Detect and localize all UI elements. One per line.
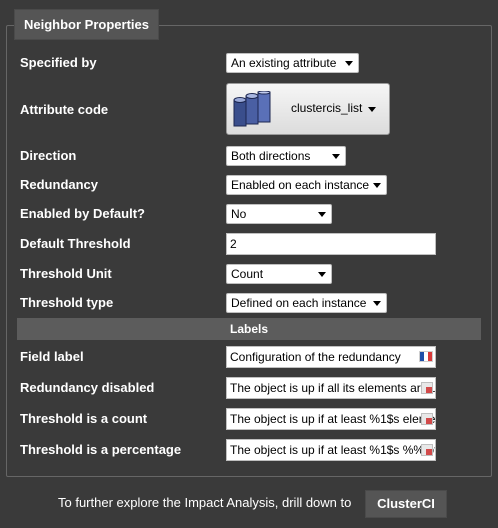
threshold-count-input[interactable]: The object is up if at least %1$s eleme <box>226 408 436 430</box>
chevron-down-icon <box>368 107 376 112</box>
default-threshold-value: 2 <box>230 237 237 251</box>
labels-section-header: Labels <box>17 318 481 340</box>
attribute-code-label: Attribute code <box>20 102 109 117</box>
panel-legend: Neighbor Properties <box>14 9 159 40</box>
threshold-type-value: Defined on each instance <box>231 296 367 310</box>
cluster-ci-button[interactable]: ClusterCI <box>365 490 447 518</box>
threshold-unit-label: Threshold Unit <box>20 266 112 281</box>
threshold-count-value: The object is up if at least %1$s eleme <box>230 412 436 426</box>
chevron-down-icon <box>318 272 326 277</box>
chevron-down-icon <box>345 61 353 66</box>
direction-select[interactable]: Both directions <box>226 146 346 166</box>
enabled-by-default-value: No <box>231 207 247 221</box>
specified-by-value: An existing attribute <box>231 56 337 70</box>
chevron-down-icon <box>332 154 340 159</box>
direction-label: Direction <box>20 148 77 163</box>
redundancy-select[interactable]: Enabled on each instance <box>226 175 387 195</box>
french-flag-icon[interactable] <box>419 351 433 362</box>
redundancy-value: Enabled on each instance <box>231 178 370 192</box>
drill-down-hint: To further explore the Impact Analysis, … <box>58 495 352 510</box>
specified-by-label: Specified by <box>20 55 97 70</box>
enabled-by-default-select[interactable]: No <box>226 204 332 224</box>
redundancy-disabled-input[interactable]: The object is up if all its elements are… <box>226 377 436 399</box>
chevron-down-icon <box>318 212 326 217</box>
database-stack-icon <box>233 91 271 127</box>
threshold-type-label: Threshold type <box>20 295 114 310</box>
translation-icon[interactable] <box>421 413 433 425</box>
field-label-label: Field label <box>20 349 84 364</box>
field-label-input[interactable]: Configuration of the redundancy <box>226 346 436 368</box>
default-threshold-label: Default Threshold <box>20 236 131 251</box>
threshold-percentage-value: The object is up if at least %1$s %% of <box>230 443 436 457</box>
default-threshold-input[interactable]: 2 <box>226 233 436 255</box>
redundancy-disabled-label: Redundancy disabled <box>20 380 155 395</box>
translation-icon[interactable] <box>421 382 433 394</box>
field-label-value: Configuration of the redundancy <box>230 350 401 364</box>
threshold-count-label: Threshold is a count <box>20 411 148 426</box>
threshold-unit-value: Count <box>231 267 264 281</box>
threshold-percentage-label: Threshold is a percentage <box>20 442 182 457</box>
specified-by-select[interactable]: An existing attribute <box>226 53 359 73</box>
redundancy-disabled-value: The object is up if all its elements are… <box>230 381 436 395</box>
attribute-code-dropdown-button[interactable]: clustercis_list <box>226 83 390 135</box>
threshold-type-select[interactable]: Defined on each instance <box>226 293 387 313</box>
chevron-down-icon <box>373 301 381 306</box>
threshold-unit-select[interactable]: Count <box>226 264 332 284</box>
redundancy-label: Redundancy <box>20 177 99 192</box>
enabled-by-default-label: Enabled by Default? <box>20 206 145 221</box>
chevron-down-icon <box>373 183 381 188</box>
threshold-percentage-input[interactable]: The object is up if at least %1$s %% of <box>226 439 436 461</box>
translation-icon[interactable] <box>421 444 433 456</box>
attribute-code-value: clustercis_list <box>291 101 363 115</box>
direction-value: Both directions <box>231 149 311 163</box>
